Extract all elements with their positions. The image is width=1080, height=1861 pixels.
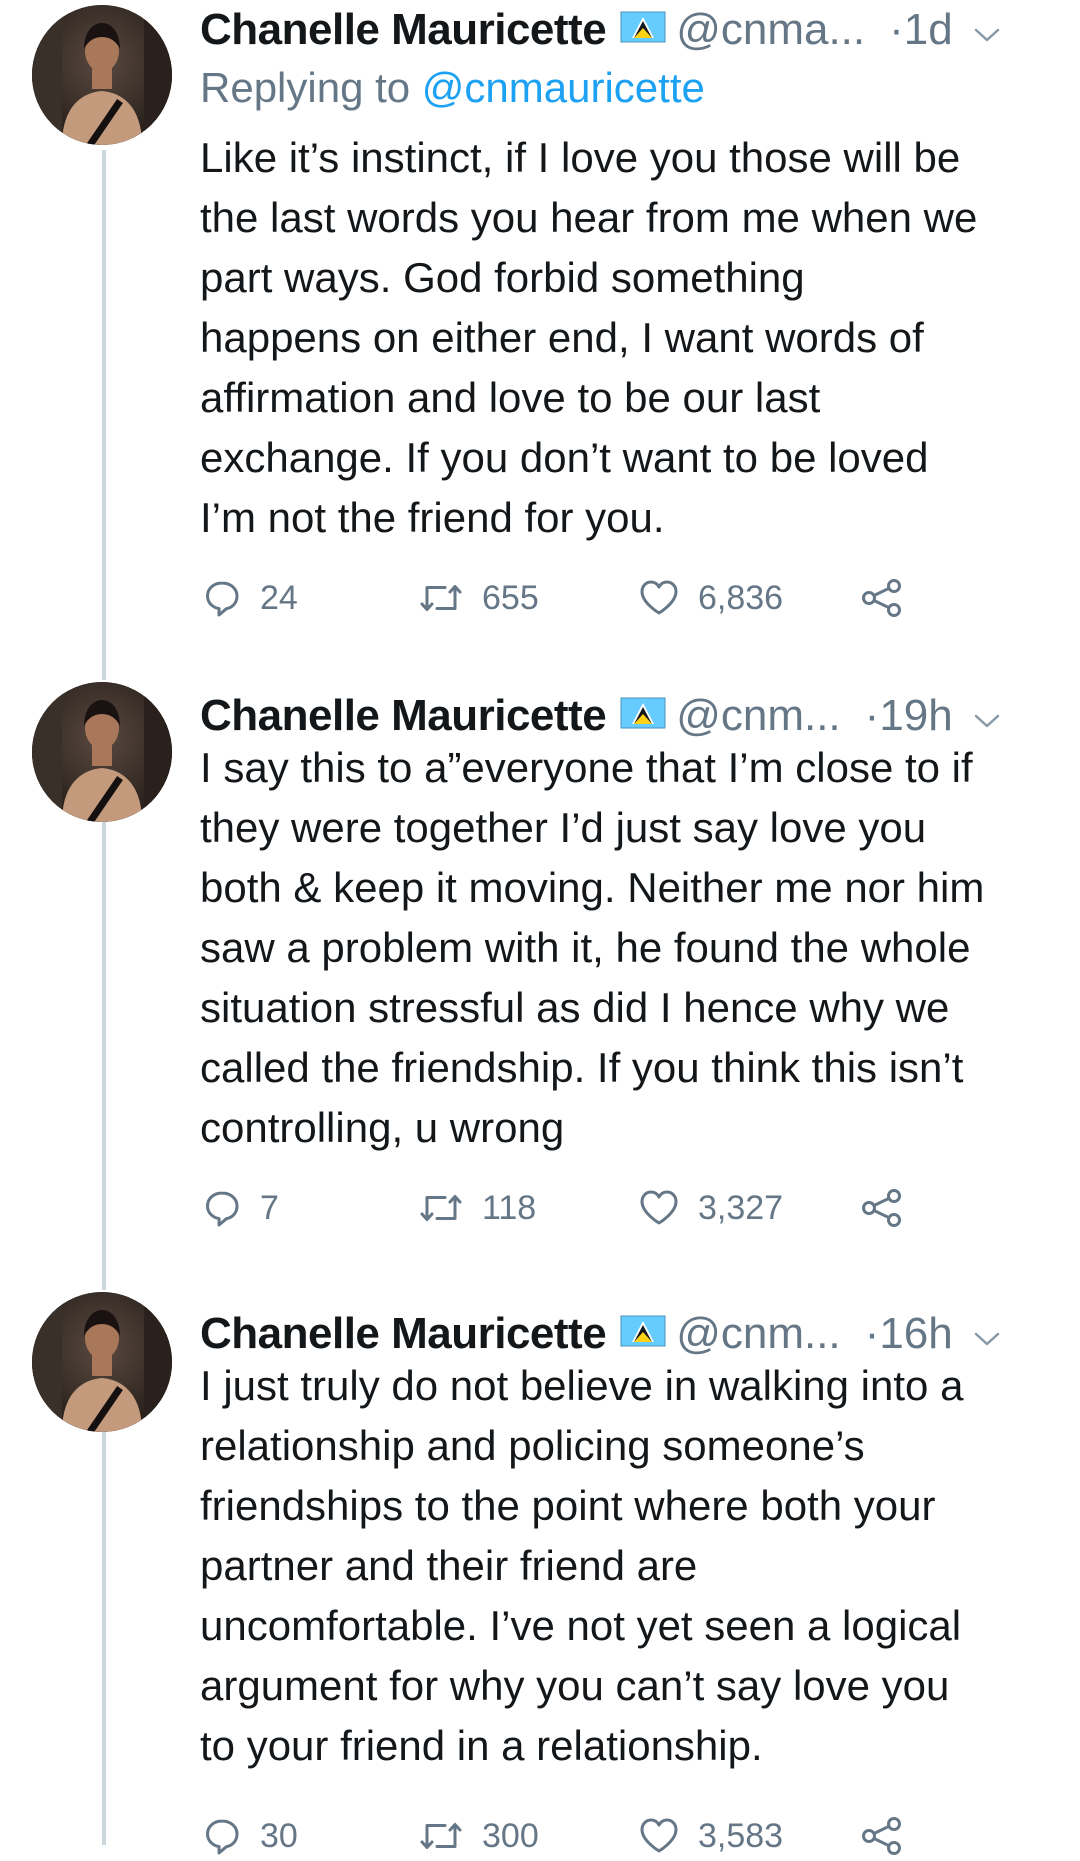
flag-icon (620, 1309, 666, 1359)
thread-line (102, 820, 106, 1220)
timestamp[interactable]: 1d (904, 5, 953, 55)
retweet-icon (418, 1816, 464, 1856)
separator: · (864, 691, 880, 740)
timestamp[interactable]: 16h (879, 1309, 952, 1359)
display-name[interactable]: Chanelle Mauricette (200, 1309, 607, 1359)
thread-line (102, 150, 106, 610)
tweet-text: I just truly do not believe in walking i… (200, 1356, 1060, 1776)
chevron-down-icon[interactable] (973, 5, 1001, 55)
tweet-text-line: situation stressful as did I hence why w… (200, 984, 950, 1031)
thread-line (102, 610, 106, 680)
tweet-text-line: argument for why you can’t say love you (200, 1662, 950, 1709)
flag-icon (620, 691, 666, 741)
tweet-text: Like it’s instinct, if I love you those … (200, 128, 1060, 548)
tweet-2[interactable]: Chanelle Mauricette @cnm... · 19h I say … (0, 610, 1080, 1227)
tweet-text-line: I’m not the friend for you. (200, 494, 665, 541)
tweet-header: Chanelle Mauricette @cnm... · 16h (200, 1306, 1060, 1362)
chevron-down-icon[interactable] (973, 691, 1001, 741)
tweet-text-line: the last words you hear from me when we (200, 194, 978, 241)
handle[interactable]: @cnm... (676, 1309, 840, 1359)
separator: · (864, 1309, 880, 1358)
tweet-text-line: exchange. If you don’t want to be loved (200, 434, 929, 481)
handle[interactable]: @cnma... (676, 5, 865, 55)
thread-line (102, 1220, 106, 1290)
display-name[interactable]: Chanelle Mauricette (200, 691, 607, 741)
like-count: 3,583 (698, 1816, 784, 1855)
heart-icon (638, 1816, 680, 1856)
avatar[interactable] (32, 682, 172, 822)
chevron-down-icon[interactable] (973, 1309, 1001, 1359)
avatar[interactable] (32, 1292, 172, 1432)
handle[interactable]: @cnm... (676, 691, 840, 741)
tweet-text-line: affirmation and love to be our last (200, 374, 821, 421)
tweet-text-line: partner and their friend are (200, 1542, 698, 1589)
share-button[interactable] (860, 1811, 904, 1861)
tweet-actions: 30 300 3,583 (200, 1811, 920, 1861)
share-icon (860, 1816, 904, 1856)
tweet-text-line: called the friendship. If you think this… (200, 1044, 964, 1091)
tweet-text-line: controlling, u wrong (200, 1104, 565, 1151)
tweet-1[interactable]: Chanelle Mauricette @cnma... · 1d Replyi… (0, 0, 1080, 617)
tweet-text-line: uncomfortable. I’ve not yet seen a logic… (200, 1602, 962, 1649)
tweet-text-line: part ways. God forbid something (200, 254, 805, 301)
tweet-text: I say this to a”everyone that I’m close … (200, 738, 1060, 1158)
reply-icon (202, 1816, 242, 1856)
tweet-text-line: saw a problem with it, he found the whol… (200, 924, 971, 971)
tweet-text-line: I just truly do not believe in walking i… (200, 1362, 964, 1409)
reply-button[interactable]: 30 (202, 1811, 298, 1861)
tweet-text-line: Like it’s instinct, if I love you those … (200, 134, 961, 181)
tweet-header: Chanelle Mauricette @cnma... · 1d (200, 2, 1060, 58)
tweet-text-line: happens on either end, I want words of (200, 314, 924, 361)
tweet-text-line: I say this to a”everyone that I’m close … (200, 744, 973, 791)
tweet-text-line: to your friend in a relationship. (200, 1722, 763, 1769)
avatar[interactable] (32, 5, 172, 145)
tweet-text-line: relationship and policing someone’s (200, 1422, 865, 1469)
retweet-count: 300 (482, 1816, 539, 1855)
tweet-text-line: both & keep it moving. Neither me nor hi… (200, 864, 985, 911)
tweet-text-line: they were together I’d just say love you (200, 804, 927, 851)
separator: · (889, 5, 904, 54)
replying-to: Replying to @cnmauricette (200, 64, 705, 112)
tweet-header: Chanelle Mauricette @cnm... · 19h (200, 688, 1060, 744)
retweet-button[interactable]: 300 (418, 1811, 539, 1861)
timestamp[interactable]: 19h (879, 691, 952, 741)
reply-count: 30 (260, 1816, 298, 1855)
replying-to-label: Replying to (200, 64, 411, 111)
mention-link[interactable]: @cnmauricette (422, 64, 705, 111)
tweet-3[interactable]: Chanelle Mauricette @cnm... · 16h I just… (0, 1220, 1080, 1855)
thread-line (102, 1430, 106, 1845)
tweet-text-line: friendships to the point where both your (200, 1482, 936, 1529)
like-button[interactable]: 3,583 (638, 1811, 783, 1861)
flag-icon (620, 5, 666, 55)
display-name[interactable]: Chanelle Mauricette (200, 5, 607, 55)
